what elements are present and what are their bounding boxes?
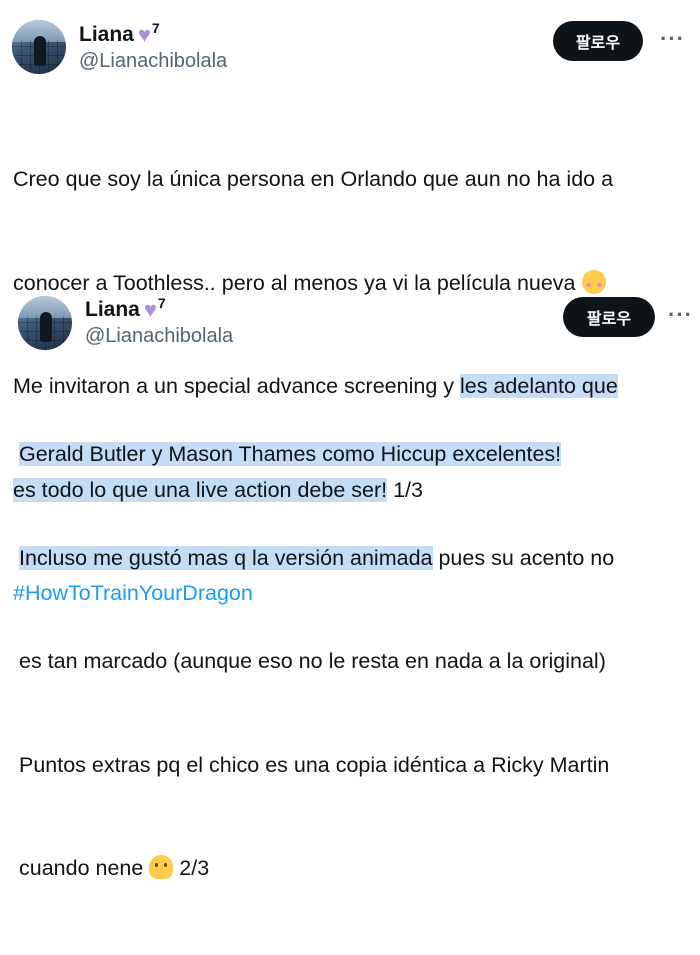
purple-heart-icon: ♥	[143, 297, 157, 322]
text-line: Puntos extras pq el chico es una copia i…	[19, 752, 610, 777]
author-name[interactable]: Liana	[79, 23, 134, 47]
follow-button[interactable]: 팔로우	[553, 21, 643, 61]
author-handle[interactable]: @Lianachibolala	[79, 50, 227, 73]
melting-face-emoji-icon	[149, 855, 174, 879]
more-options-icon[interactable]: ···	[668, 302, 693, 328]
author-handle[interactable]: @Lianachibolala	[85, 325, 233, 348]
highlighted-text: Gerald Butler y Mason Thames como Hiccup…	[19, 442, 562, 466]
tweet-text: Gerald Butler y Mason Thames como Hiccup…	[19, 368, 614, 955]
follow-button[interactable]: 팔로우	[563, 297, 655, 337]
highlighted-text: Incluso me gustó mas q la versión animad…	[19, 545, 433, 570]
purple-heart-icon: ♥	[137, 22, 151, 47]
author-name[interactable]: Liana	[85, 298, 140, 322]
text-line: Creo que soy la única persona en Orlando…	[13, 167, 614, 191]
avatar[interactable]	[18, 296, 72, 350]
text-line: Gerald Butler y Mason Thames como Hiccup…	[19, 437, 614, 472]
text-line: es tan marcado (aunque eso no le resta e…	[19, 649, 606, 673]
text-line: conocer a Toothless.. pero al menos ya v…	[13, 266, 618, 301]
badge-number: 7	[157, 295, 166, 311]
text-line: cuando nene 2/3	[19, 855, 210, 880]
more-options-icon[interactable]: ···	[660, 26, 685, 52]
avatar[interactable]	[12, 20, 66, 74]
badge-number: 7	[151, 20, 160, 36]
smiling-face-emoji-icon	[581, 269, 606, 294]
text-line: Incluso me gustó mas q la versión animad…	[19, 545, 615, 570]
